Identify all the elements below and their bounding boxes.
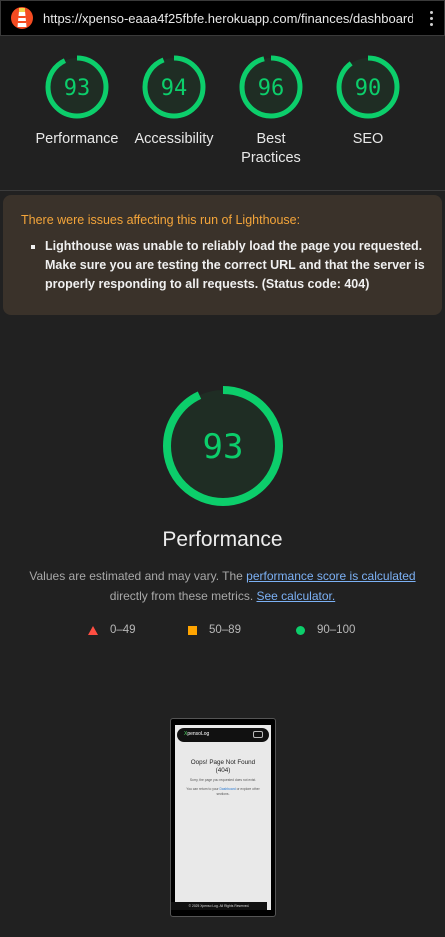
- legend-average: 50–89: [188, 624, 241, 636]
- best-practices-gauge[interactable]: 96 Best Practices: [221, 54, 321, 168]
- performance-gauge-ring: 93: [45, 55, 109, 119]
- screenshot-navbar: XpensoLog: [177, 728, 269, 742]
- final-screenshot[interactable]: XpensoLog Oops! Page Not Found (404) Sor…: [170, 718, 276, 917]
- accessibility-gauge[interactable]: 94 Accessibility: [124, 54, 224, 149]
- performance-label: Performance: [35, 131, 119, 147]
- address-bar[interactable]: https://xpenso-eaaa4f25fbfe.herokuapp.co…: [0, 0, 445, 36]
- url-text[interactable]: https://xpenso-eaaa4f25fbfe.herokuapp.co…: [43, 11, 413, 26]
- legend-pass: 90–100: [296, 624, 355, 636]
- seo-label: SEO: [352, 131, 384, 147]
- see-calculator-link[interactable]: See calculator.: [256, 589, 335, 603]
- accessibility-gauge-ring: 94: [142, 55, 206, 119]
- screenshot-text2-a: You can return to your: [186, 787, 220, 791]
- seo-score: 90: [355, 76, 382, 101]
- screenshot-footer: © 2025 Xpenso Log. All Rights Reserved.: [171, 902, 267, 910]
- best-practices-gauge-ring: 96: [239, 55, 303, 119]
- screenshot-brand: XpensoLog: [184, 731, 209, 737]
- best-practices-label: Best Practices: [241, 131, 301, 166]
- triangle-icon: [88, 625, 98, 635]
- score-scale-legend: 0–49 50–89 90–100: [0, 624, 445, 640]
- score-calculated-link[interactable]: performance score is calculated: [246, 569, 415, 583]
- description-middle: directly from these metrics.: [109, 589, 257, 603]
- warning-list: Lighthouse was unable to reliably load t…: [21, 237, 426, 294]
- legend-fail: 0–49: [88, 624, 136, 636]
- screenshot-heading-line1: Oops! Page Not Found: [190, 759, 256, 766]
- screenshot-heading: Oops! Page Not Found (404): [175, 759, 271, 775]
- circle-icon: [296, 625, 305, 635]
- warning-item: Lighthouse was unable to reliably load t…: [45, 237, 426, 294]
- seo-gauge[interactable]: 90 SEO: [318, 54, 418, 149]
- screenshot-text1: Sorry, the page you requested does not e…: [189, 778, 257, 782]
- legend-average-range: 50–89: [209, 624, 241, 636]
- screenshot-dashboard-link: Dashboard: [219, 787, 236, 791]
- run-warnings-box: There were issues affecting this run of …: [3, 195, 442, 315]
- more-options-icon[interactable]: [430, 11, 434, 27]
- performance-title: Performance: [162, 528, 283, 551]
- hamburger-icon: [253, 731, 263, 738]
- seo-gauge-ring: 90: [336, 55, 400, 119]
- description-prefix: Values are estimated and may vary. The: [29, 569, 247, 583]
- category-scores: 93 Performance 94 Accessibility 96 Best …: [0, 36, 445, 191]
- lighthouse-logo-icon: [11, 7, 33, 29]
- screenshot-text2: You can return to your Dashboard or expl…: [181, 787, 265, 797]
- performance-main-gauge[interactable]: 93: [160, 383, 286, 509]
- best-practices-score: 96: [258, 76, 285, 101]
- performance-gauge[interactable]: 93 Performance: [27, 54, 127, 149]
- warning-title: There were issues affecting this run of …: [21, 213, 301, 227]
- metrics-description: Values are estimated and may vary. The p…: [0, 566, 445, 606]
- accessibility-label: Accessibility: [134, 131, 214, 147]
- accessibility-score: 94: [161, 76, 188, 101]
- square-icon: [188, 625, 197, 635]
- screenshot-page: XpensoLog Oops! Page Not Found (404) Sor…: [175, 725, 271, 910]
- legend-pass-range: 90–100: [317, 624, 356, 636]
- screenshot-brand-rest: pensoLog: [187, 731, 210, 737]
- legend-fail-range: 0–49: [110, 624, 136, 636]
- performance-score: 93: [64, 76, 91, 101]
- screenshot-heading-line2: (404): [215, 767, 231, 774]
- performance-main-score: 93: [203, 427, 244, 467]
